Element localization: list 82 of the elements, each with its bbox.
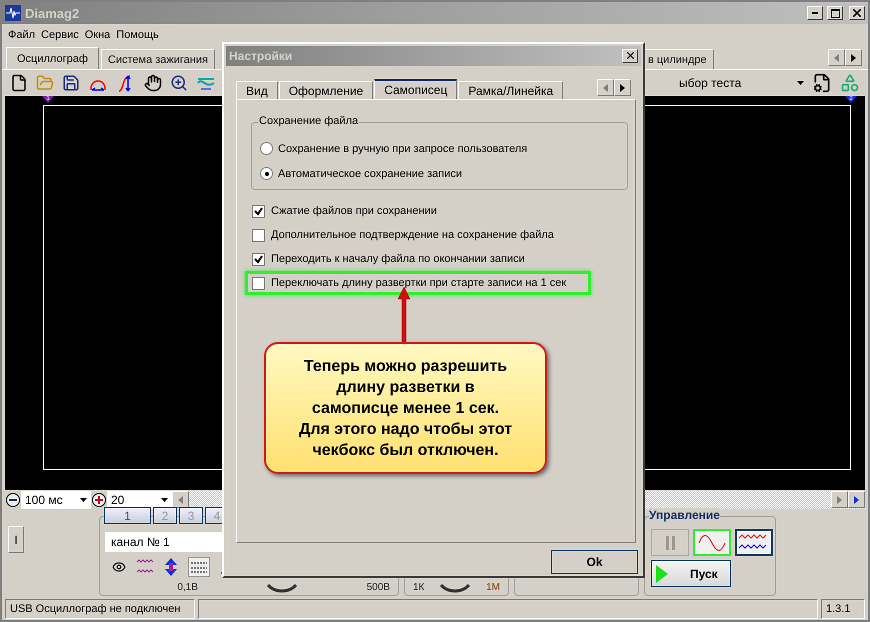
wave-icon[interactable]	[136, 559, 154, 575]
range-min-label: 0,1В	[177, 582, 198, 593]
pause-icon	[664, 534, 676, 550]
menu-item[interactable]: Файл	[8, 29, 36, 41]
maximize-icon	[830, 8, 840, 18]
radio-button[interactable]	[260, 167, 273, 180]
play-icon	[656, 564, 668, 582]
timebase-dropdown[interactable]: 100 мс	[21, 491, 91, 509]
resistance-max-label: 1М	[486, 582, 500, 593]
document-gear-icon[interactable]	[812, 73, 832, 93]
close-button[interactable]	[622, 48, 638, 63]
zoom-icon[interactable]	[170, 74, 188, 92]
scroll-end-button[interactable]	[848, 491, 865, 508]
right-triangle-icon	[837, 496, 842, 504]
radio-button[interactable]	[260, 142, 273, 156]
sine-wave-icon	[697, 532, 727, 552]
checkbox[interactable]	[252, 204, 265, 218]
knob-dial-icon[interactable]	[267, 583, 298, 593]
zoom-out-icon[interactable]	[5, 492, 21, 508]
control-title: Управление	[649, 508, 720, 522]
eye-icon[interactable]	[112, 560, 126, 574]
toggle-button[interactable]: I	[8, 526, 24, 553]
resistance-min-label: 1К	[413, 582, 424, 593]
tab[interactable]: Оформление	[278, 81, 374, 100]
ok-button[interactable]: Ok	[551, 550, 638, 574]
window-title: Diamag2	[25, 6, 80, 20]
right-triangle-icon	[851, 54, 856, 62]
checkbox-label: Переходить к началу файла по окончании записи	[271, 253, 525, 266]
caret-icon	[80, 498, 87, 502]
checkbox-label: Переключать длину развертки при старте записи на 1 сек	[271, 277, 566, 290]
radio-label: Автоматическое сохранение записи	[278, 168, 462, 180]
right-triangle-icon	[620, 84, 625, 92]
minimize-icon	[812, 12, 818, 14]
hand-icon[interactable]	[144, 74, 162, 92]
save-icon[interactable]	[62, 74, 80, 92]
close-icon	[626, 52, 634, 60]
caret-icon	[161, 498, 168, 502]
scroll-right-button[interactable]	[845, 49, 862, 66]
minimize-button[interactable]	[807, 6, 823, 20]
zoom-in-icon[interactable]	[91, 492, 107, 508]
multi-wave-button[interactable]	[735, 529, 773, 556]
menu-item[interactable]: Помощь	[116, 29, 159, 41]
tab[interactable]: Рамка/Линейка	[458, 81, 564, 100]
menu-item[interactable]: Сервис	[41, 29, 79, 41]
lines-icon[interactable]	[188, 557, 210, 577]
checkbox[interactable]	[252, 228, 265, 242]
version-label: 1.3.1	[821, 599, 865, 619]
right-triangle-icon	[854, 496, 859, 504]
left-triangle-icon	[178, 496, 183, 504]
callout-text: Теперь можно разрешить длину разветки в самописце менее 1 сек. Для этого надо чтобы этот чекбокс был отключен.	[298, 356, 514, 460]
checkbox[interactable]	[252, 276, 265, 290]
close-button[interactable]	[849, 6, 865, 20]
scroll-left-button[interactable]	[172, 491, 189, 508]
channel-tab[interactable]: 1	[104, 507, 151, 524]
checkmark-icon	[254, 206, 263, 216]
waveform-icon	[5, 5, 21, 21]
checkbox-label: Дополнительное подтверждение на сохранение файла	[271, 229, 554, 242]
start-button[interactable]: Пуск	[651, 560, 731, 587]
left-triangle-icon	[603, 84, 608, 92]
checkbox[interactable]	[252, 252, 265, 266]
scroll-right-button[interactable]	[614, 79, 631, 96]
sine-wave-button[interactable]	[693, 529, 731, 556]
maximize-button[interactable]	[827, 6, 843, 20]
dialog-title: Настройки	[229, 48, 292, 63]
tab[interactable]: Осциллограф	[6, 47, 99, 69]
status-message: USB Осциллограф не подключен	[5, 599, 195, 619]
radio-label: Сохранение в ручную при запросе пользователя	[278, 142, 528, 155]
range-max-label: 500В	[366, 582, 390, 593]
checkbox-label: Сжатие файлов при сохранении	[271, 205, 437, 218]
tab[interactable]: Самописец	[374, 79, 458, 100]
tab[interactable]: Система зажигания	[100, 49, 215, 69]
group-title: Сохранение файла	[258, 115, 360, 128]
tab[interactable]: Вид	[236, 81, 278, 100]
checkmark-icon	[254, 254, 263, 264]
knob-dial-icon[interactable]	[440, 583, 470, 593]
vertical-arrows-icon[interactable]	[164, 558, 178, 576]
caret-icon	[797, 81, 804, 85]
new-file-icon[interactable]	[10, 74, 28, 92]
close-icon	[853, 9, 861, 17]
arrow	[397, 287, 411, 343]
left-triangle-icon	[834, 54, 839, 62]
menu-item[interactable]: Окна	[84, 29, 110, 41]
